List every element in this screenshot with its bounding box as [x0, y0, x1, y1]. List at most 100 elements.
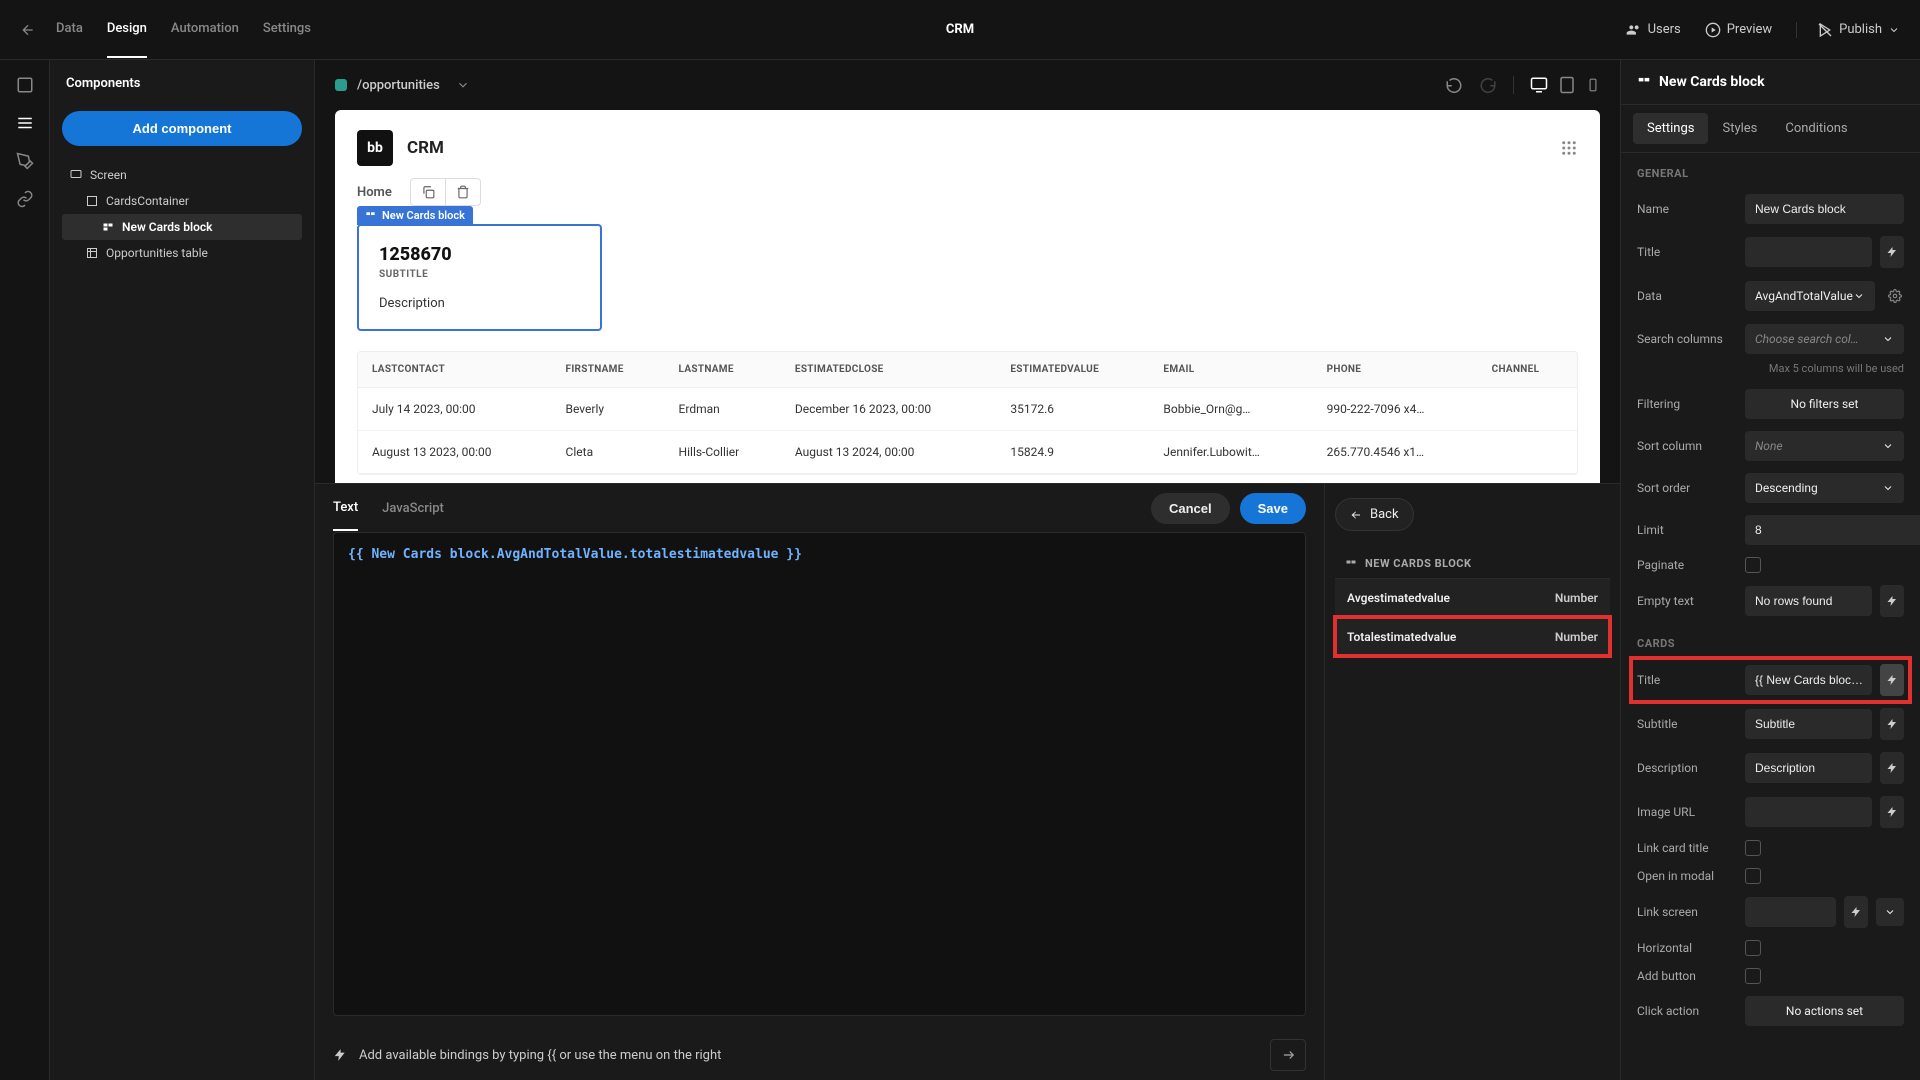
name-input[interactable] — [1745, 194, 1904, 224]
prop-label: Subtitle — [1637, 717, 1737, 731]
prop-description: Description — [1621, 746, 1920, 790]
prop-subtitle: Subtitle — [1621, 702, 1920, 746]
tab-data[interactable]: Data — [56, 1, 83, 58]
data-select[interactable]: AvgAndTotalValue — [1745, 281, 1875, 311]
binding-key: Avgestimatedvalue — [1347, 591, 1450, 605]
link-screen-dropdown[interactable] — [1876, 898, 1904, 926]
description-input[interactable] — [1745, 753, 1872, 783]
preview-button[interactable]: Preview — [1705, 22, 1772, 38]
apps-grid-icon[interactable] — [1560, 139, 1578, 157]
canvas-toolbar: /opportunities — [315, 60, 1620, 110]
open-in-modal-checkbox[interactable] — [1745, 868, 1761, 884]
tree-node-cardscontainer[interactable]: CardsContainer — [62, 188, 302, 214]
tab-automation[interactable]: Automation — [171, 1, 239, 58]
search-columns-select[interactable]: Choose search col… — [1745, 324, 1904, 354]
users-button[interactable]: Users — [1626, 22, 1681, 38]
selection-label-text: New Cards block — [382, 209, 465, 222]
prop-link-card-title: Link card title — [1621, 834, 1920, 862]
tab-design[interactable]: Design — [107, 1, 147, 58]
selected-card[interactable]: 1258670 SUBTITLE Description — [357, 224, 602, 331]
app-title: CRM — [946, 22, 974, 37]
rail-theme-icon[interactable] — [16, 152, 34, 170]
save-button[interactable]: Save — [1240, 493, 1306, 524]
bindings-sidebar: Back NEW CARDS BLOCK Avgestimatedvalue N… — [1324, 484, 1620, 1080]
element-actions — [410, 178, 481, 206]
bolt-icon[interactable] — [1880, 708, 1904, 740]
viewport-switcher — [1513, 76, 1600, 94]
add-component-button[interactable]: Add component — [62, 111, 302, 146]
chevron-down-icon — [1888, 24, 1900, 36]
table-row[interactable]: July 14 2023, 00:00 Beverly Erdman Decem… — [358, 388, 1577, 431]
opportunities-table[interactable]: LASTCONTACT FIRSTNAME LASTNAME ESTIMATED… — [357, 351, 1578, 475]
submit-icon[interactable] — [1270, 1039, 1306, 1071]
viewport-desktop-icon[interactable] — [1530, 76, 1548, 94]
horizontal-checkbox[interactable] — [1745, 940, 1761, 956]
image-url-input[interactable] — [1745, 797, 1872, 827]
binding-row-avgestimatedvalue[interactable]: Avgestimatedvalue Number — [1335, 578, 1610, 617]
prop-label: Link card title — [1637, 841, 1737, 855]
th-firstname: FIRSTNAME — [552, 352, 665, 388]
empty-text-input[interactable] — [1745, 586, 1872, 616]
back-button[interactable]: Back — [1335, 498, 1414, 531]
paginate-checkbox[interactable] — [1745, 557, 1761, 573]
limit-input[interactable] — [1745, 515, 1920, 545]
delete-icon[interactable] — [446, 179, 480, 205]
duplicate-icon[interactable] — [411, 179, 446, 205]
components-panel: Components Add component Screen CardsCon… — [50, 60, 315, 1080]
bolt-icon[interactable] — [1880, 664, 1904, 696]
filtering-button[interactable]: No filters set — [1745, 389, 1904, 419]
redo-icon[interactable] — [1479, 76, 1497, 94]
prop-empty-text: Empty text — [1621, 579, 1920, 623]
viewport-tablet-icon[interactable] — [1558, 76, 1576, 94]
chevron-down-icon[interactable] — [456, 78, 470, 92]
rail-layout-icon[interactable] — [16, 76, 34, 94]
screen-path[interactable]: /opportunities — [357, 78, 440, 93]
rtab-settings[interactable]: Settings — [1633, 113, 1708, 144]
bolt-icon[interactable] — [1880, 236, 1904, 268]
title-input[interactable] — [1745, 237, 1872, 267]
link-screen-input[interactable] — [1745, 897, 1836, 927]
th-lastname: LASTNAME — [665, 352, 781, 388]
rail-links-icon[interactable] — [16, 190, 34, 208]
tree-node-new-cards-block[interactable]: New Cards block — [62, 214, 302, 240]
code-editor[interactable]: {{ New Cards block.AvgAndTotalValue.tota… — [333, 532, 1306, 1016]
prop-card-title: Title — [1621, 658, 1920, 702]
link-card-title-checkbox[interactable] — [1745, 840, 1761, 856]
bolt-icon[interactable] — [1880, 752, 1904, 784]
editor-tab-text[interactable]: Text — [333, 486, 358, 531]
viewport-mobile-icon[interactable] — [1586, 76, 1600, 94]
home-nav[interactable]: Home — [357, 185, 392, 200]
table-row[interactable]: August 13 2023, 00:00 Cleta Hills-Collie… — [358, 431, 1577, 474]
card-title-input[interactable] — [1745, 665, 1872, 695]
bolt-icon[interactable] — [1880, 585, 1904, 617]
tab-settings[interactable]: Settings — [263, 1, 311, 58]
add-button-checkbox[interactable] — [1745, 968, 1761, 984]
publish-button[interactable]: Publish — [1796, 22, 1900, 38]
tree-label: CardsContainer — [106, 194, 189, 208]
rail-components-icon[interactable] — [16, 114, 34, 132]
editor-tab-javascript[interactable]: JavaScript — [382, 487, 444, 530]
binding-row-totalestimatedvalue[interactable]: Totalestimatedvalue Number — [1335, 617, 1610, 656]
bolt-icon[interactable] — [1880, 796, 1904, 828]
sort-column-select[interactable]: None — [1745, 431, 1904, 461]
back-icon[interactable] — [20, 22, 36, 38]
left-rail — [0, 60, 50, 1080]
th-estimatedvalue: ESTIMATEDVALUE — [996, 352, 1149, 388]
undo-icon[interactable] — [1445, 76, 1463, 94]
sort-order-select[interactable]: Descending — [1745, 473, 1904, 503]
section-cards: CARDS — [1621, 623, 1920, 658]
bolt-icon[interactable] — [1844, 896, 1868, 928]
gear-icon[interactable] — [1883, 280, 1907, 312]
rtab-conditions[interactable]: Conditions — [1771, 113, 1861, 144]
prop-label: Data — [1637, 289, 1737, 303]
search-note: Max 5 columns will be used — [1621, 360, 1920, 383]
tree-node-screen[interactable]: Screen — [62, 162, 302, 188]
limit-stepper[interactable]: ▲▼ — [1745, 515, 1920, 545]
cancel-button[interactable]: Cancel — [1151, 493, 1230, 524]
preview-label: Preview — [1727, 22, 1772, 37]
tree-node-opportunities-table[interactable]: Opportunities table — [62, 240, 302, 266]
click-action-button[interactable]: No actions set — [1745, 996, 1904, 1026]
rtab-styles[interactable]: Styles — [1708, 113, 1771, 144]
subtitle-input[interactable] — [1745, 709, 1872, 739]
tree-label: New Cards block — [122, 220, 212, 234]
